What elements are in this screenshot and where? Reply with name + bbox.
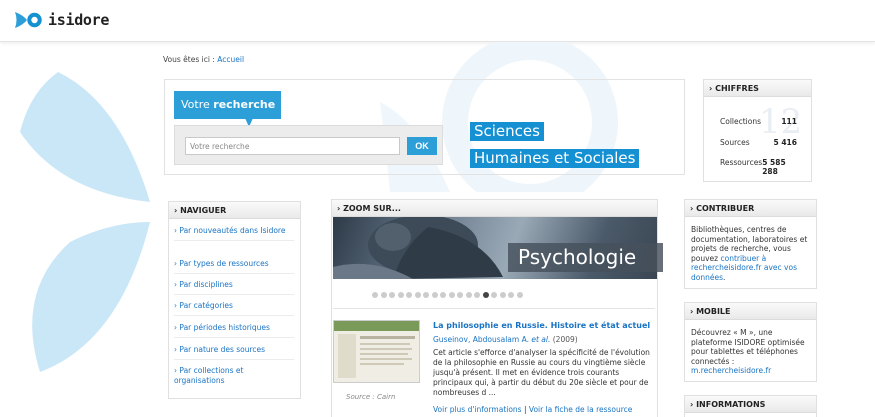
article-author[interactable]: Guseinov, Abdousalam A.	[433, 335, 529, 344]
chiffres-value: 5 585 288	[762, 158, 786, 176]
carousel-dot[interactable]	[499, 292, 506, 298]
search-title-bold: recherche	[213, 98, 276, 111]
more-info-link[interactable]: Voir plus d'informations	[433, 405, 522, 414]
carousel-dot[interactable]	[440, 292, 446, 298]
mobile-body: Découvrez « M », une plateforme ISIDORE …	[691, 328, 805, 366]
informations-panel: › INFORMATIONS	[684, 395, 817, 417]
nav-item-nature[interactable]: › Par nature des sources	[174, 345, 294, 360]
nav-item-disciplines[interactable]: › Par disciplines	[174, 280, 294, 295]
top-bar: isidore	[0, 0, 875, 42]
chiffres-value: 111	[781, 117, 797, 126]
nav-item-types[interactable]: › Par types de ressources	[174, 259, 294, 274]
breadcrumb-prefix: Vous êtes ici :	[163, 55, 215, 64]
carousel-dot[interactable]	[423, 292, 429, 298]
article-summary: Cet article s'efforce d'analyser la spéc…	[433, 348, 650, 397]
search-title-badge: Votre recherche	[174, 91, 281, 127]
article-year: (2009)	[550, 335, 578, 344]
article-thumbnail[interactable]	[333, 320, 420, 383]
nav-item-periodes[interactable]: › Par périodes historiques	[174, 323, 294, 338]
mobile-panel: › MOBILE Découvrez « M », une plateforme…	[684, 302, 817, 382]
zoom-title: › ZOOM SUR...	[332, 200, 657, 217]
carousel-dot[interactable]	[414, 292, 421, 298]
carousel-dot[interactable]	[448, 292, 455, 298]
carousel-dot[interactable]	[457, 292, 463, 298]
breadcrumb: Vous êtes ici : Accueil	[163, 55, 244, 64]
isidore-logo-icon	[15, 12, 42, 28]
carousel-dot[interactable]	[465, 292, 472, 298]
links-separator: |	[521, 405, 529, 414]
breadcrumb-home-link[interactable]: Accueil	[217, 55, 244, 64]
divider	[333, 308, 655, 309]
article-links: Voir plus d'informations | Voir la fiche…	[433, 405, 632, 414]
nav-item-categories[interactable]: › Par catégories	[174, 301, 294, 316]
chiffres-row-collections: Collections 111	[720, 117, 797, 126]
chiffres-row-ressources: Ressources 5 585 288	[720, 158, 797, 176]
informations-title: › INFORMATIONS	[685, 396, 816, 413]
chiffres-value: 5 416	[773, 138, 798, 147]
contribuer-end: .	[723, 272, 726, 282]
mobile-title: › MOBILE	[685, 303, 816, 320]
tagline-sciences: Sciences	[470, 122, 544, 141]
nav-item-nouveautes[interactable]: › Par nouveautés dans Isidore	[174, 226, 294, 241]
carousel-dot[interactable]	[389, 292, 395, 298]
search-ok-button[interactable]: OK	[407, 137, 437, 155]
search-title-regular: Votre	[181, 98, 214, 111]
carousel-dot[interactable]	[474, 292, 480, 298]
tagline-humaines: Humaines et Sociales	[470, 149, 640, 168]
article-etal: et al.	[528, 335, 551, 344]
carousel-dots	[372, 292, 525, 298]
article-authors: Guseinov, Abdousalam A. et al. (2009)	[433, 335, 578, 344]
naviguer-panel: › NAVIGUER › Par nouveautés dans Isidore…	[168, 201, 301, 399]
carousel-dot[interactable]	[406, 292, 412, 298]
left-decoration	[0, 42, 150, 417]
naviguer-title: › NAVIGUER	[169, 202, 300, 219]
chiffres-panel: › CHIFFRES 12 Collections 111 Sources 5 …	[703, 79, 812, 182]
article-source: Source : Cairn	[346, 393, 396, 401]
carousel-dot[interactable]	[508, 292, 514, 298]
contribuer-text: Bibliothèques, centres de documentation,…	[691, 225, 812, 283]
contribuer-panel: › CONTRIBUER Bibliothèques, centres de d…	[684, 199, 817, 289]
logo-text: isidore	[48, 11, 110, 29]
carousel-dot[interactable]	[431, 292, 438, 298]
logo[interactable]: isidore	[14, 9, 109, 31]
carousel-dot[interactable]	[491, 292, 497, 298]
carousel-dot-active[interactable]	[482, 292, 489, 298]
carousel-dot[interactable]	[516, 292, 523, 298]
mobile-link[interactable]: m.rechercheisidore.fr	[691, 366, 771, 375]
zoom-hero-label: Psychologie	[508, 243, 663, 272]
carousel-dot[interactable]	[397, 292, 404, 298]
chiffres-title: › CHIFFRES	[704, 80, 811, 97]
nav-item-collections[interactable]: › Par collections et organisations	[174, 366, 294, 389]
chiffres-label: Ressources	[720, 158, 763, 167]
chiffres-row-sources: Sources 5 416	[720, 138, 797, 147]
contribuer-title: › CONTRIBUER	[685, 200, 816, 217]
article-title[interactable]: La philosophie en Russie. Histoire et ét…	[433, 321, 650, 330]
mobile-text: Découvrez « M », une plateforme ISIDORE …	[691, 328, 812, 376]
carousel-dot[interactable]	[372, 292, 378, 298]
carousel-dot[interactable]	[380, 292, 387, 298]
resource-sheet-link[interactable]: Voir la fiche de la ressource	[529, 405, 633, 414]
chiffres-label: Collections	[720, 117, 762, 126]
search-input[interactable]	[185, 137, 400, 155]
chiffres-label: Sources	[720, 138, 750, 147]
